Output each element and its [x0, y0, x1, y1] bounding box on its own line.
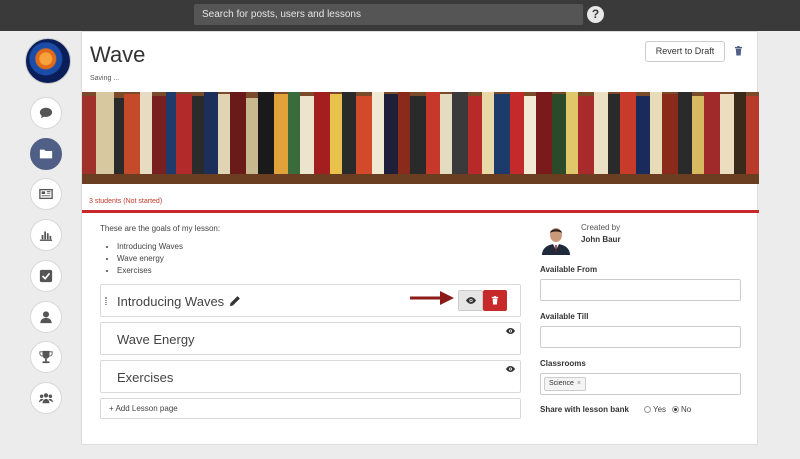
list-item: Wave energy: [117, 253, 183, 265]
goals-list: Introducing Waves Wave energy Exercises: [117, 241, 183, 277]
sidebar-item-messages[interactable]: [30, 97, 62, 129]
creator-name[interactable]: John Baur: [581, 235, 621, 244]
created-by-label: Created by: [581, 223, 621, 232]
creator-avatar: [540, 223, 572, 255]
arrow-annotation-icon: [410, 291, 454, 305]
share-yes-radio[interactable]: Yes: [644, 405, 666, 414]
list-item: Introducing Waves: [117, 241, 183, 253]
delete-page-button[interactable]: [483, 290, 507, 311]
search-input[interactable]: Search for posts, users and lessons: [194, 4, 583, 25]
sidebar-item-stats[interactable]: [30, 219, 62, 251]
eye-icon[interactable]: [506, 366, 515, 372]
sidebar-item-trophies[interactable]: [30, 341, 62, 373]
eye-icon: [465, 297, 476, 304]
sidebar-item-folder[interactable]: [30, 138, 62, 170]
checkbox-icon: [39, 269, 53, 283]
visibility-button[interactable]: [458, 290, 483, 311]
share-no-radio[interactable]: No: [672, 405, 691, 414]
share-no-label: No: [681, 405, 692, 414]
available-till-label: Available Till: [540, 312, 589, 321]
available-till-field[interactable]: [540, 326, 741, 348]
lesson-page-label[interactable]: Introducing Waves: [117, 294, 224, 309]
help-icon[interactable]: ?: [587, 6, 604, 23]
share-with-lesson-bank-label: Share with lesson bank: [540, 405, 629, 414]
avatar[interactable]: [25, 38, 71, 84]
trophy-icon: [39, 350, 53, 364]
list-item: Exercises: [117, 265, 183, 277]
revert-to-draft-button[interactable]: Revert to Draft: [645, 41, 725, 62]
folder-icon: [39, 149, 53, 159]
bar-chart-icon: [39, 231, 53, 241]
pencil-icon[interactable]: [229, 295, 241, 307]
classroom-tag: Science ×: [544, 377, 586, 391]
sidebar-item-profile[interactable]: [30, 301, 62, 333]
lesson-card: Wave Saving ... Revert to Draft 3 studen…: [81, 31, 759, 445]
goals-intro: These are the goals of my lesson:: [100, 224, 221, 233]
available-from-field[interactable]: [540, 279, 741, 301]
newspaper-icon: [39, 188, 53, 200]
lesson-page-row[interactable]: Wave Energy: [100, 322, 521, 355]
add-lesson-page-button[interactable]: + Add Lesson page: [100, 398, 521, 419]
classrooms-label: Classrooms: [540, 359, 586, 368]
lesson-page-row[interactable]: Introducing Waves: [100, 284, 521, 317]
sidebar-item-news[interactable]: [30, 178, 62, 210]
divider: [82, 210, 759, 213]
top-bar: Search for posts, users and lessons ?: [0, 0, 800, 31]
student-count[interactable]: 3 students (Not started): [89, 198, 162, 205]
lesson-banner-image: [82, 92, 759, 184]
sidebar-item-tasks[interactable]: [30, 260, 62, 292]
classroom-tag-label: Science: [549, 380, 574, 387]
available-from-label: Available From: [540, 265, 598, 274]
share-yes-label: Yes: [653, 405, 667, 414]
remove-tag-icon[interactable]: ×: [577, 380, 581, 387]
sidebar-item-groups[interactable]: [30, 382, 62, 414]
trash-icon: [491, 296, 499, 305]
group-icon: [39, 393, 53, 404]
classrooms-field[interactable]: Science ×: [540, 373, 741, 395]
user-icon: [40, 311, 52, 324]
lesson-page-row[interactable]: Exercises: [100, 360, 521, 393]
trash-icon[interactable]: [734, 46, 743, 56]
chat-icon: [39, 107, 53, 119]
save-status: Saving ...: [90, 75, 120, 82]
lesson-page-label[interactable]: Wave Energy: [117, 332, 195, 347]
page-title: Wave: [90, 42, 146, 67]
lesson-page-label[interactable]: Exercises: [117, 370, 173, 385]
drag-handle-icon[interactable]: [105, 297, 107, 305]
eye-icon[interactable]: [506, 328, 515, 334]
